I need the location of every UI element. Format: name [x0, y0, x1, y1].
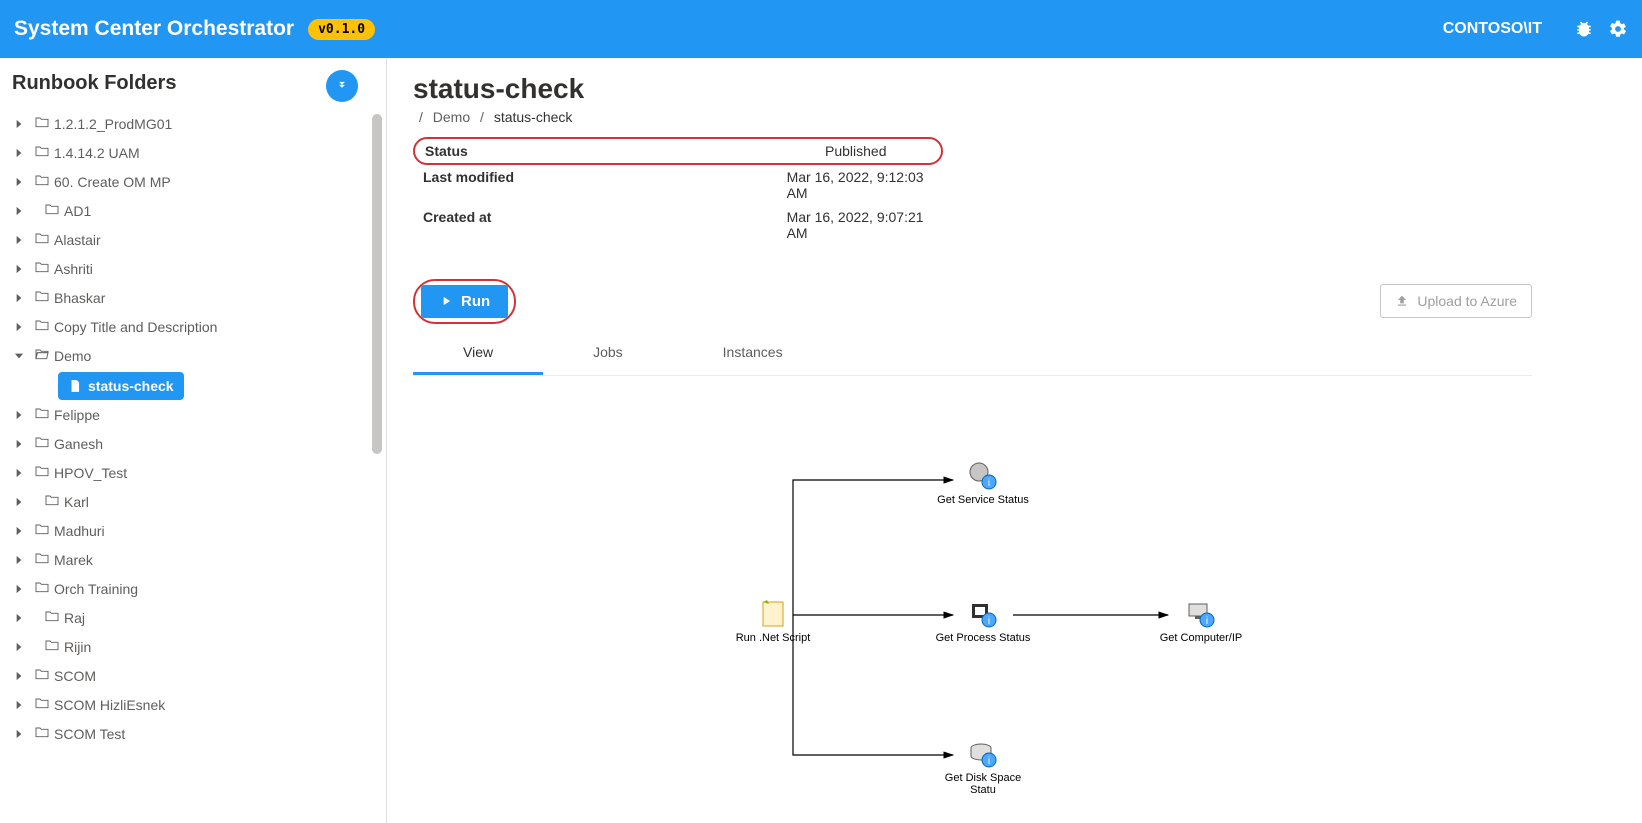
meta-created-label: Created at — [423, 209, 787, 241]
svg-text:i: i — [988, 478, 990, 489]
tree-folder[interactable]: SCOM Test — [12, 719, 376, 748]
run-button-highlight: Run — [413, 279, 516, 324]
script-icon — [757, 598, 789, 630]
tab-view[interactable]: View — [413, 332, 543, 375]
svg-text:i: i — [988, 756, 990, 767]
collapse-sidebar-button[interactable] — [326, 70, 358, 102]
chevron-down-icon — [335, 79, 349, 93]
meta-status-label: Status — [425, 143, 825, 159]
meta-modified-label: Last modified — [423, 169, 787, 201]
runbook-meta: Status Published Last modified Mar 16, 2… — [413, 137, 943, 245]
meta-modified-row: Last modified Mar 16, 2022, 9:12:03 AM — [413, 165, 943, 205]
tree-folder[interactable]: Ganesh — [12, 429, 376, 458]
play-icon — [439, 294, 453, 308]
tree-folder[interactable]: Rijin — [12, 632, 376, 661]
tree-folder[interactable]: Alastair — [12, 225, 376, 254]
tree-folder[interactable]: Raj — [12, 603, 376, 632]
tree-folder[interactable]: Demo — [12, 341, 376, 370]
sidebar-scrollbar[interactable] — [372, 114, 382, 454]
app-header: System Center Orchestrator v0.1.0 CONTOS… — [0, 0, 1642, 58]
tree-folder[interactable]: Ashriti — [12, 254, 376, 283]
upload-azure-button[interactable]: Upload to Azure — [1380, 284, 1532, 318]
tab-instances[interactable]: Instances — [673, 332, 833, 375]
tree-folder[interactable]: Marek — [12, 545, 376, 574]
diagram-node-label: Run .Net Script — [723, 632, 823, 644]
runbook-tabs: View Jobs Instances — [413, 332, 1532, 376]
info-computer-icon: i — [1185, 598, 1217, 630]
tree-folder[interactable]: HPOV_Test — [12, 458, 376, 487]
diagram-node-label: Get Service Status — [933, 494, 1033, 506]
tab-jobs[interactable]: Jobs — [543, 332, 673, 375]
folder-tree: 1.2.1.2_ProdMG011.4.14.2 UAM60. Create O… — [10, 109, 376, 820]
tree-folder[interactable]: Karl — [12, 487, 376, 516]
diagram-node-label: Get Disk Space Statu — [933, 772, 1033, 796]
info-disk-icon: i — [967, 738, 999, 770]
meta-status-row: Status Published — [413, 137, 943, 165]
bug-icon[interactable] — [1574, 19, 1594, 39]
tree-file-selected[interactable]: status-check — [58, 372, 184, 400]
tree-folder[interactable]: Madhuri — [12, 516, 376, 545]
tree-folder[interactable]: Bhaskar — [12, 283, 376, 312]
meta-status-value: Published — [825, 143, 887, 159]
diagram-node-service[interactable]: i Get Service Status — [933, 460, 1033, 506]
tree-folder[interactable]: Orch Training — [12, 574, 376, 603]
info-process-icon: i — [967, 598, 999, 630]
tree-folder[interactable]: SCOM — [12, 661, 376, 690]
tree-folder[interactable]: Felippe — [12, 400, 376, 429]
diagram-node-label: Get Process Status — [933, 632, 1033, 644]
run-button-label: Run — [461, 293, 490, 310]
diagram-node-script[interactable]: Run .Net Script — [723, 598, 823, 644]
tree-folder[interactable]: AD1 — [12, 196, 376, 225]
tree-folder[interactable]: SCOM HizliEsnek — [12, 690, 376, 719]
upload-icon — [1395, 294, 1409, 308]
sidebar: Runbook Folders 1.2.1.2_ProdMG011.4.14.2… — [0, 58, 387, 823]
meta-modified-value: Mar 16, 2022, 9:12:03 AM — [787, 169, 933, 201]
diagram-node-process[interactable]: i Get Process Status — [933, 598, 1033, 644]
diagram-node-computer[interactable]: i Get Computer/IP — [1151, 598, 1251, 644]
tree-folder[interactable]: 1.4.14.2 UAM — [12, 138, 376, 167]
meta-created-value: Mar 16, 2022, 9:07:21 AM — [787, 209, 933, 241]
app-title: System Center Orchestrator — [14, 17, 294, 41]
upload-button-label: Upload to Azure — [1417, 293, 1517, 309]
sidebar-title: Runbook Folders — [10, 72, 376, 95]
svg-text:i: i — [988, 616, 990, 627]
tree-folder[interactable]: 60. Create OM MP — [12, 167, 376, 196]
breadcrumb-seg[interactable]: Demo — [433, 109, 470, 125]
breadcrumb: / Demo / status-check — [413, 109, 1532, 125]
breadcrumb-seg: status-check — [494, 109, 573, 125]
tenant-label: CONTOSO\IT — [1443, 20, 1542, 38]
gear-icon[interactable] — [1608, 19, 1628, 39]
svg-text:i: i — [1206, 616, 1208, 627]
runbook-diagram: Run .Net Script i Get Service Status i G… — [413, 380, 1532, 810]
diagram-node-label: Get Computer/IP — [1151, 632, 1251, 644]
info-gear-icon: i — [967, 460, 999, 492]
action-row: Run Upload to Azure — [413, 279, 1532, 324]
run-button[interactable]: Run — [421, 285, 508, 318]
version-badge: v0.1.0 — [308, 19, 375, 40]
main-content: status-check / Demo / status-check Statu… — [387, 58, 1642, 823]
tree-folder[interactable]: 1.2.1.2_ProdMG01 — [12, 109, 376, 138]
meta-created-row: Created at Mar 16, 2022, 9:07:21 AM — [413, 205, 943, 245]
tree-folder[interactable]: Copy Title and Description — [12, 312, 376, 341]
page-title: status-check — [413, 74, 1532, 105]
diagram-node-disk[interactable]: i Get Disk Space Statu — [933, 738, 1033, 796]
